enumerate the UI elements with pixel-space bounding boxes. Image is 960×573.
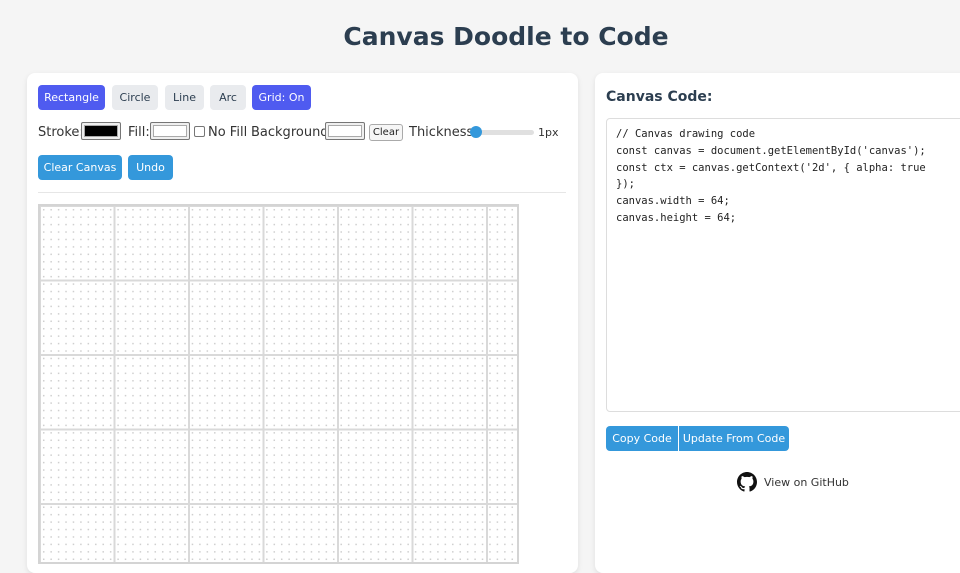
code-editor[interactable]: // Canvas drawing code const canvas = do… <box>606 118 960 412</box>
rectangle-tool-button[interactable]: Rectangle <box>38 85 105 110</box>
background-color-picker[interactable] <box>325 122 365 140</box>
background-label: Background: <box>251 125 333 140</box>
background-color-swatch <box>328 125 362 137</box>
no-fill-label: No Fill <box>208 125 248 140</box>
fill-color-picker[interactable] <box>150 122 190 140</box>
thickness-label: Thickness: <box>409 125 478 140</box>
clear-canvas-button[interactable]: Clear Canvas <box>38 155 122 180</box>
page-title: Canvas Doodle to Code <box>343 22 669 51</box>
thickness-slider-thumb[interactable] <box>470 126 482 138</box>
github-icon <box>737 472 757 492</box>
fill-label: Fill: <box>128 125 150 140</box>
arc-tool-button[interactable]: Arc <box>210 85 246 110</box>
stroke-color-picker[interactable] <box>81 122 121 140</box>
thickness-slider[interactable] <box>474 130 534 135</box>
update-from-code-button[interactable]: Update From Code <box>679 426 789 451</box>
copy-code-button[interactable]: Copy Code <box>606 426 678 451</box>
fill-color-swatch <box>153 125 187 137</box>
thickness-value: 1px <box>538 126 559 139</box>
code-panel-title: Canvas Code: <box>606 89 713 105</box>
no-fill-checkbox[interactable] <box>194 126 205 137</box>
github-link[interactable]: View on GitHub <box>737 472 849 492</box>
clear-background-button[interactable]: Clear <box>369 124 403 141</box>
line-tool-button[interactable]: Line <box>165 85 204 110</box>
drawing-canvas[interactable] <box>38 204 519 564</box>
github-link-label: View on GitHub <box>764 475 849 489</box>
stroke-color-swatch <box>84 125 118 137</box>
undo-button[interactable]: Undo <box>128 155 173 180</box>
stroke-label: Stroke: <box>38 125 84 140</box>
divider <box>38 192 566 193</box>
grid-toggle-button[interactable]: Grid: On <box>252 85 311 110</box>
circle-tool-button[interactable]: Circle <box>112 85 158 110</box>
